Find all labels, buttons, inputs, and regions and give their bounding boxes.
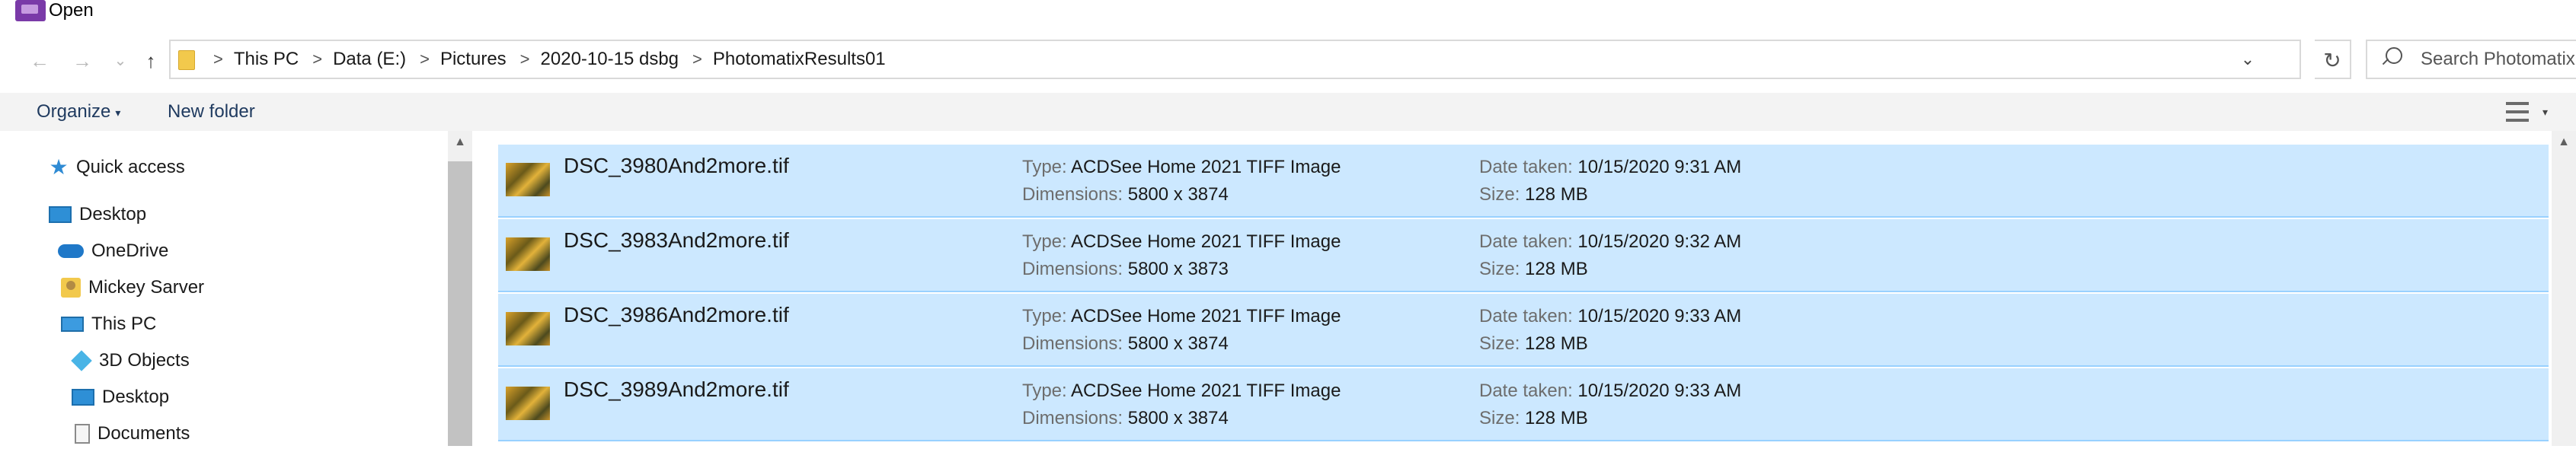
up-button[interactable]: ↑ [136, 46, 166, 76]
address-dropdown-button[interactable]: ⌄ [2232, 41, 2263, 78]
sidebar-item-desktop[interactable]: Desktop [49, 199, 146, 230]
file-size: Size: 128 MB [1479, 333, 1588, 354]
computer-icon [61, 317, 84, 332]
sidebar-item-label: Desktop [79, 204, 147, 224]
navigation-scrollbar[interactable]: ▲ [448, 131, 472, 446]
scroll-up-icon[interactable]: ▲ [2552, 135, 2576, 149]
file-name: DSC_3989And2more.tif [564, 377, 789, 401]
file-dimensions: Dimensions: 5800 x 3874 [1022, 333, 1229, 354]
chevron-right-icon: > [213, 49, 223, 68]
file-date: Date taken: 10/15/2020 9:33 AM [1479, 306, 1742, 326]
title-bar: Open [0, 0, 2576, 23]
window-title: Open [49, 0, 94, 21]
sidebar-item-this-pc[interactable]: This PC [61, 309, 156, 339]
breadcrumb-dsbg[interactable]: 2020-10-15 dsbg [541, 49, 679, 70]
command-bar: Organize ▾ New folder ▾ [0, 93, 2576, 131]
file-type: Type: ACDSee Home 2021 TIFF Image [1022, 157, 1341, 177]
view-dropdown-icon[interactable]: ▾ [2542, 93, 2548, 131]
file-list: DSC_3980And2more.tif Type: ACDSee Home 2… [472, 131, 2552, 446]
chevron-right-icon[interactable]: > [520, 49, 530, 69]
file-row[interactable]: DSC_3980And2more.tif Type: ACDSee Home 2… [498, 145, 2549, 218]
file-size: Size: 128 MB [1479, 184, 1588, 205]
file-type: Type: ACDSee Home 2021 TIFF Image [1022, 306, 1341, 326]
file-type: Type: ACDSee Home 2021 TIFF Image [1022, 381, 1341, 401]
desktop-icon [72, 389, 94, 406]
search-box[interactable] [2366, 40, 2576, 79]
breadcrumb: > This PC > Data (E:) > Pictures > 2020-… [200, 41, 886, 78]
sidebar-item-label: Mickey Sarver [88, 277, 205, 298]
file-date: Date taken: 10/15/2020 9:31 AM [1479, 157, 1742, 177]
scroll-up-icon[interactable]: ▲ [448, 135, 472, 149]
file-name: DSC_3986And2more.tif [564, 303, 789, 326]
file-dimensions: Dimensions: 5800 x 3873 [1022, 259, 1229, 279]
document-icon [75, 424, 90, 444]
search-icon [2386, 47, 2402, 64]
chevron-right-icon[interactable]: > [420, 49, 430, 69]
sidebar-item-label: This PC [91, 314, 157, 334]
sidebar-item-label: 3D Objects [99, 350, 190, 371]
file-row[interactable]: DSC_3983And2more.tif Type: ACDSee Home 2… [498, 219, 2549, 292]
organize-button[interactable]: Organize ▾ [37, 93, 120, 131]
scrollbar-thumb[interactable] [448, 161, 472, 446]
sidebar-item-desktop-pc[interactable]: Desktop [72, 382, 169, 412]
file-size: Size: 128 MB [1479, 259, 1588, 279]
breadcrumb-photomatix[interactable]: PhotomatixResults01 [713, 49, 886, 70]
address-bar[interactable]: > This PC > Data (E:) > Pictures > 2020-… [169, 40, 2301, 79]
file-name: DSC_3980And2more.tif [564, 154, 789, 177]
sidebar-item-user[interactable]: Mickey Sarver [61, 272, 204, 303]
file-name: DSC_3983And2more.tif [564, 228, 789, 252]
sidebar-item-documents[interactable]: Documents [75, 419, 190, 449]
sidebar-item-quick-access[interactable]: ★ Quick access [49, 152, 185, 183]
image-thumbnail [506, 237, 550, 271]
cloud-icon [58, 244, 84, 258]
view-options-icon[interactable] [2506, 100, 2529, 123]
file-date: Date taken: 10/15/2020 9:32 AM [1479, 231, 1742, 252]
file-row[interactable]: DSC_3989And2more.tif Type: ACDSee Home 2… [498, 368, 2549, 441]
organize-label: Organize [37, 101, 111, 122]
file-type: Type: ACDSee Home 2021 TIFF Image [1022, 231, 1341, 252]
file-size: Size: 128 MB [1479, 408, 1588, 428]
breadcrumb-this-pc[interactable]: This PC [234, 49, 299, 70]
sidebar-item-label: Documents [97, 423, 190, 444]
breadcrumb-pictures[interactable]: Pictures [440, 49, 507, 70]
forward-button[interactable]: → [67, 46, 97, 76]
sidebar-item-label: Desktop [102, 387, 170, 407]
sidebar-item-onedrive[interactable]: OneDrive [58, 236, 168, 266]
new-folder-button[interactable]: New folder [168, 93, 255, 131]
back-button[interactable]: ← [24, 46, 55, 76]
file-row[interactable]: DSC_3986And2more.tif Type: ACDSee Home 2… [498, 294, 2549, 367]
caret-down-icon: ▾ [115, 106, 121, 119]
search-input[interactable] [2421, 47, 2576, 72]
image-thumbnail [506, 312, 550, 346]
file-dimensions: Dimensions: 5800 x 3874 [1022, 408, 1229, 428]
recent-locations-button[interactable]: ⌄ [105, 46, 136, 76]
refresh-button[interactable]: ↻ [2315, 40, 2351, 79]
star-icon: ★ [49, 155, 69, 179]
file-date: Date taken: 10/15/2020 9:33 AM [1479, 381, 1742, 401]
sidebar-item-label: OneDrive [91, 240, 169, 261]
navigation-pane: ★ Quick access Desktop OneDrive Mickey S… [0, 131, 448, 446]
app-icon [15, 0, 46, 21]
user-folder-icon [61, 278, 81, 298]
cube-icon [71, 350, 92, 371]
file-list-scrollbar[interactable]: ▲ [2552, 131, 2576, 446]
chevron-right-icon[interactable]: > [312, 49, 322, 69]
desktop-icon [49, 206, 72, 223]
breadcrumb-data-drive[interactable]: Data (E:) [333, 49, 406, 70]
image-thumbnail [506, 387, 550, 420]
sidebar-item-label: Quick access [76, 157, 185, 177]
file-dimensions: Dimensions: 5800 x 3874 [1022, 184, 1229, 205]
image-thumbnail [506, 163, 550, 196]
sidebar-item-3d-objects[interactable]: 3D Objects [71, 346, 190, 376]
folder-icon [178, 50, 195, 70]
chevron-right-icon[interactable]: > [692, 49, 702, 69]
